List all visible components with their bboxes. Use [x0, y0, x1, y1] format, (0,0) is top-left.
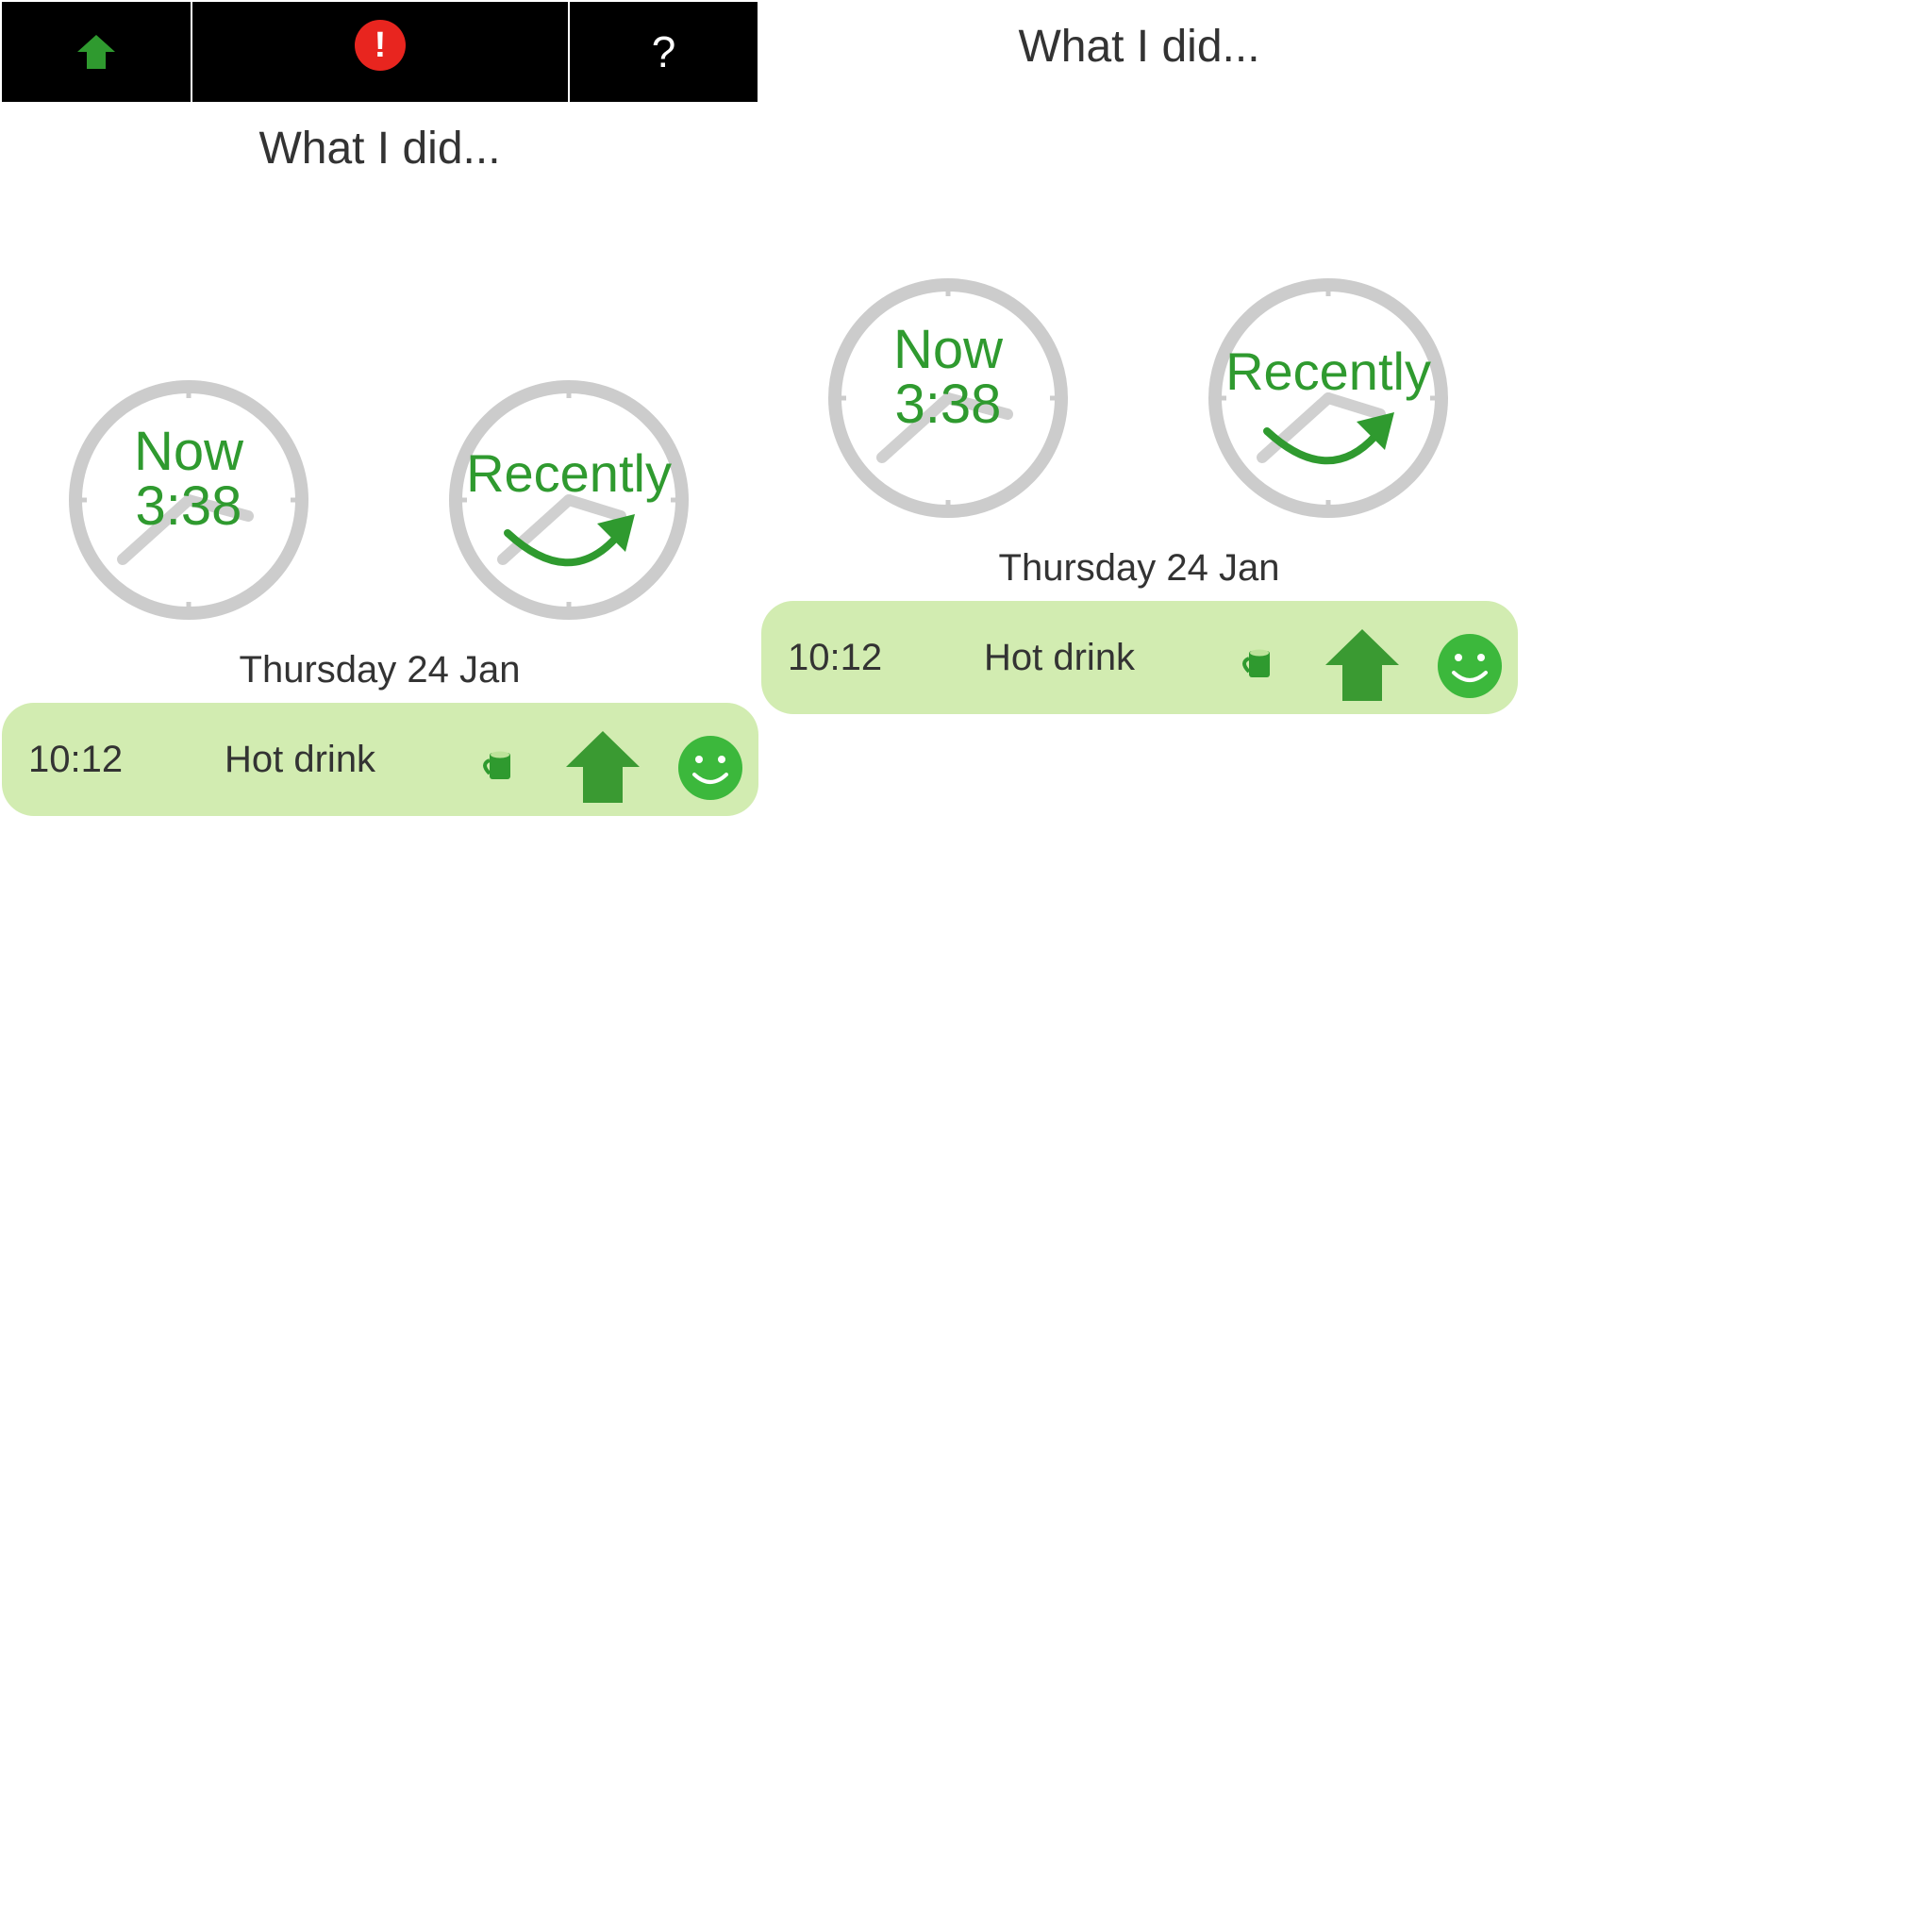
- entry-time: 10:12: [788, 637, 883, 678]
- now-label: Now: [892, 319, 1004, 380]
- smiley-icon: [1438, 634, 1502, 698]
- mug-icon: [483, 751, 510, 779]
- help-label: ?: [651, 27, 676, 76]
- help-button[interactable]: ?: [570, 2, 758, 102]
- house-icon: [566, 731, 640, 803]
- entry-label: Hot drink: [984, 637, 1136, 678]
- activity-entry[interactable]: 10:12 Hot drink: [2, 703, 758, 816]
- alert-button[interactable]: !: [192, 2, 568, 102]
- recently-clock-button[interactable]: Recently: [441, 373, 696, 627]
- date-heading: Thursday 24 Jan: [239, 649, 521, 691]
- now-label: Now: [133, 421, 244, 482]
- app-screen-left: ! ? What I did... Now 3:38 Recently Thur…: [0, 0, 759, 819]
- recently-label: Recently: [466, 443, 672, 503]
- activity-entry[interactable]: 10:12 Hot drink: [761, 601, 1518, 714]
- toolbar: [759, 0, 1519, 2]
- recently-clock-button[interactable]: Recently: [1201, 271, 1456, 525]
- now-clock-button[interactable]: Now 3:38: [61, 373, 316, 627]
- now-time: 3:38: [894, 374, 1002, 435]
- house-icon: [1325, 629, 1399, 701]
- smiley-icon: [678, 736, 742, 800]
- mug-icon: [1242, 649, 1270, 677]
- entry-time: 10:12: [28, 739, 124, 780]
- home-button[interactable]: [2, 2, 191, 102]
- page-title: What I did...: [1018, 22, 1260, 72]
- home-icon: [77, 35, 115, 69]
- app-screen-right: What I did... Now 3:38 Recently Thursday…: [759, 0, 1519, 717]
- alert-icon: !: [355, 20, 406, 71]
- entry-label: Hot drink: [225, 739, 376, 780]
- now-clock-button[interactable]: Now 3:38: [821, 271, 1075, 525]
- date-heading: Thursday 24 Jan: [998, 547, 1280, 589]
- recently-label: Recently: [1225, 341, 1431, 401]
- now-time: 3:38: [135, 475, 242, 537]
- toolbar: ! ?: [0, 0, 759, 104]
- page-title: What I did...: [258, 124, 501, 174]
